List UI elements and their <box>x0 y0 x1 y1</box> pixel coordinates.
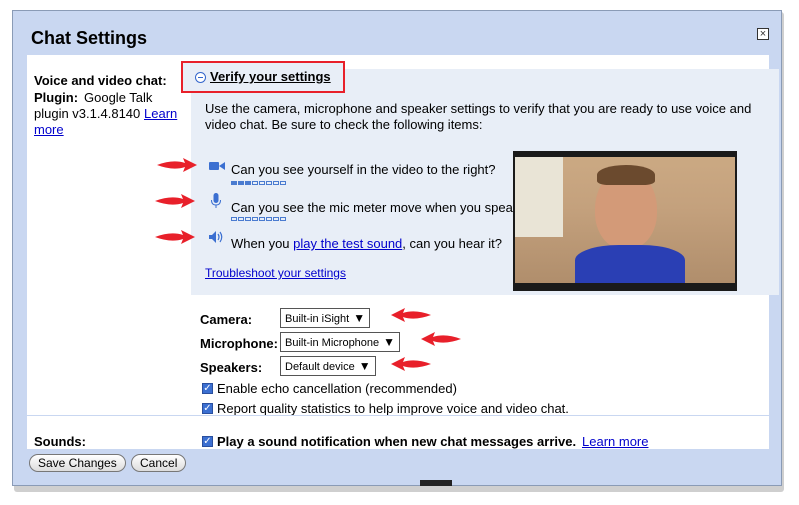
voice-video-label: Voice and video chat: <box>34 73 167 88</box>
sounds-label: Sounds: <box>34 434 86 449</box>
section-divider <box>27 415 769 416</box>
settings-panel: Voice and video chat: Plugin: Google Tal… <box>27 55 779 449</box>
dialog-title: Chat Settings <box>31 28 148 48</box>
save-changes-button[interactable]: Save Changes <box>29 454 126 472</box>
red-arrow-icon <box>155 230 195 244</box>
camera-select[interactable]: Built-in iSight ▼ <box>280 308 371 328</box>
plugin-label: Plugin: <box>34 90 79 105</box>
dropdown-arrow-icon: ▼ <box>383 335 396 349</box>
echo-cancellation-label: Enable echo cancellation (recommended) <box>217 381 457 396</box>
speakers-select-value: Default device <box>285 361 355 373</box>
collapse-icon[interactable] <box>195 72 206 83</box>
mic-meter <box>231 181 287 185</box>
check-sound-text: When you play the test sound, can you he… <box>231 236 502 251</box>
sound-notification-checkbox[interactable]: ✓ <box>202 436 213 447</box>
check-camera-text: Can you see yourself in the video to the… <box>231 162 496 177</box>
speaker-meter <box>231 217 287 221</box>
dropdown-arrow-icon: ▼ <box>353 311 366 325</box>
quality-stats-label: Report quality statistics to help improv… <box>217 401 569 416</box>
check-sound-pre: When you <box>231 236 294 251</box>
echo-cancellation-checkbox[interactable]: ✓ <box>202 383 213 394</box>
red-arrow-icon <box>155 194 195 208</box>
check-sound-post: , can you hear it? <box>402 236 503 251</box>
red-arrow-icon <box>157 158 197 172</box>
close-icon[interactable]: × <box>757 28 769 40</box>
video-preview <box>513 151 737 291</box>
play-test-sound-link[interactable]: play the test sound <box>293 236 402 251</box>
microphone-icon <box>211 193 221 208</box>
quality-stats-checkbox[interactable]: ✓ <box>202 403 213 414</box>
troubleshoot-link[interactable]: Troubleshoot your settings <box>205 266 346 280</box>
camera-select-value: Built-in iSight <box>285 313 350 325</box>
cancel-button[interactable]: Cancel <box>131 454 187 472</box>
microphone-label: Microphone: <box>200 336 278 351</box>
plugin-name: Google Talk <box>84 90 153 105</box>
dropdown-arrow-icon: ▼ <box>358 359 371 373</box>
camera-label: Camera: <box>200 312 253 327</box>
plugin-learn-more-link-2[interactable]: more <box>34 122 64 137</box>
plugin-learn-more-link[interactable]: Learn <box>144 106 177 121</box>
check-mic-text: Can you see the mic meter move when you … <box>231 200 527 215</box>
sound-notification-label: Play a sound notification when new chat … <box>217 434 577 449</box>
verify-header-label[interactable]: Verify your settings <box>210 69 331 84</box>
dialog-titlebar: Chat Settings × <box>13 11 781 55</box>
red-arrow-icon <box>391 308 431 322</box>
microphone-select-value: Built-in Microphone <box>285 337 380 349</box>
verify-header[interactable]: Verify your settings <box>181 61 345 93</box>
red-arrow-icon <box>421 332 461 346</box>
microphone-select[interactable]: Built-in Microphone ▼ <box>280 332 401 352</box>
window-edge <box>420 480 452 486</box>
speakers-label: Speakers: <box>200 360 263 375</box>
verify-intro-line1: Use the camera, microphone and speaker s… <box>205 101 752 116</box>
red-arrow-icon <box>391 357 431 371</box>
speaker-icon <box>209 231 223 243</box>
camera-icon <box>209 162 225 170</box>
sounds-learn-more-link[interactable]: Learn more <box>582 434 648 449</box>
video-frame <box>515 157 735 283</box>
speakers-select[interactable]: Default device ▼ <box>280 356 376 376</box>
plugin-version: plugin v3.1.4.8140 <box>34 106 141 121</box>
verify-intro-line2: video chat. Be sure to check the followi… <box>205 117 483 132</box>
chat-settings-dialog: Chat Settings × Voice and video chat: Pl… <box>12 10 782 486</box>
